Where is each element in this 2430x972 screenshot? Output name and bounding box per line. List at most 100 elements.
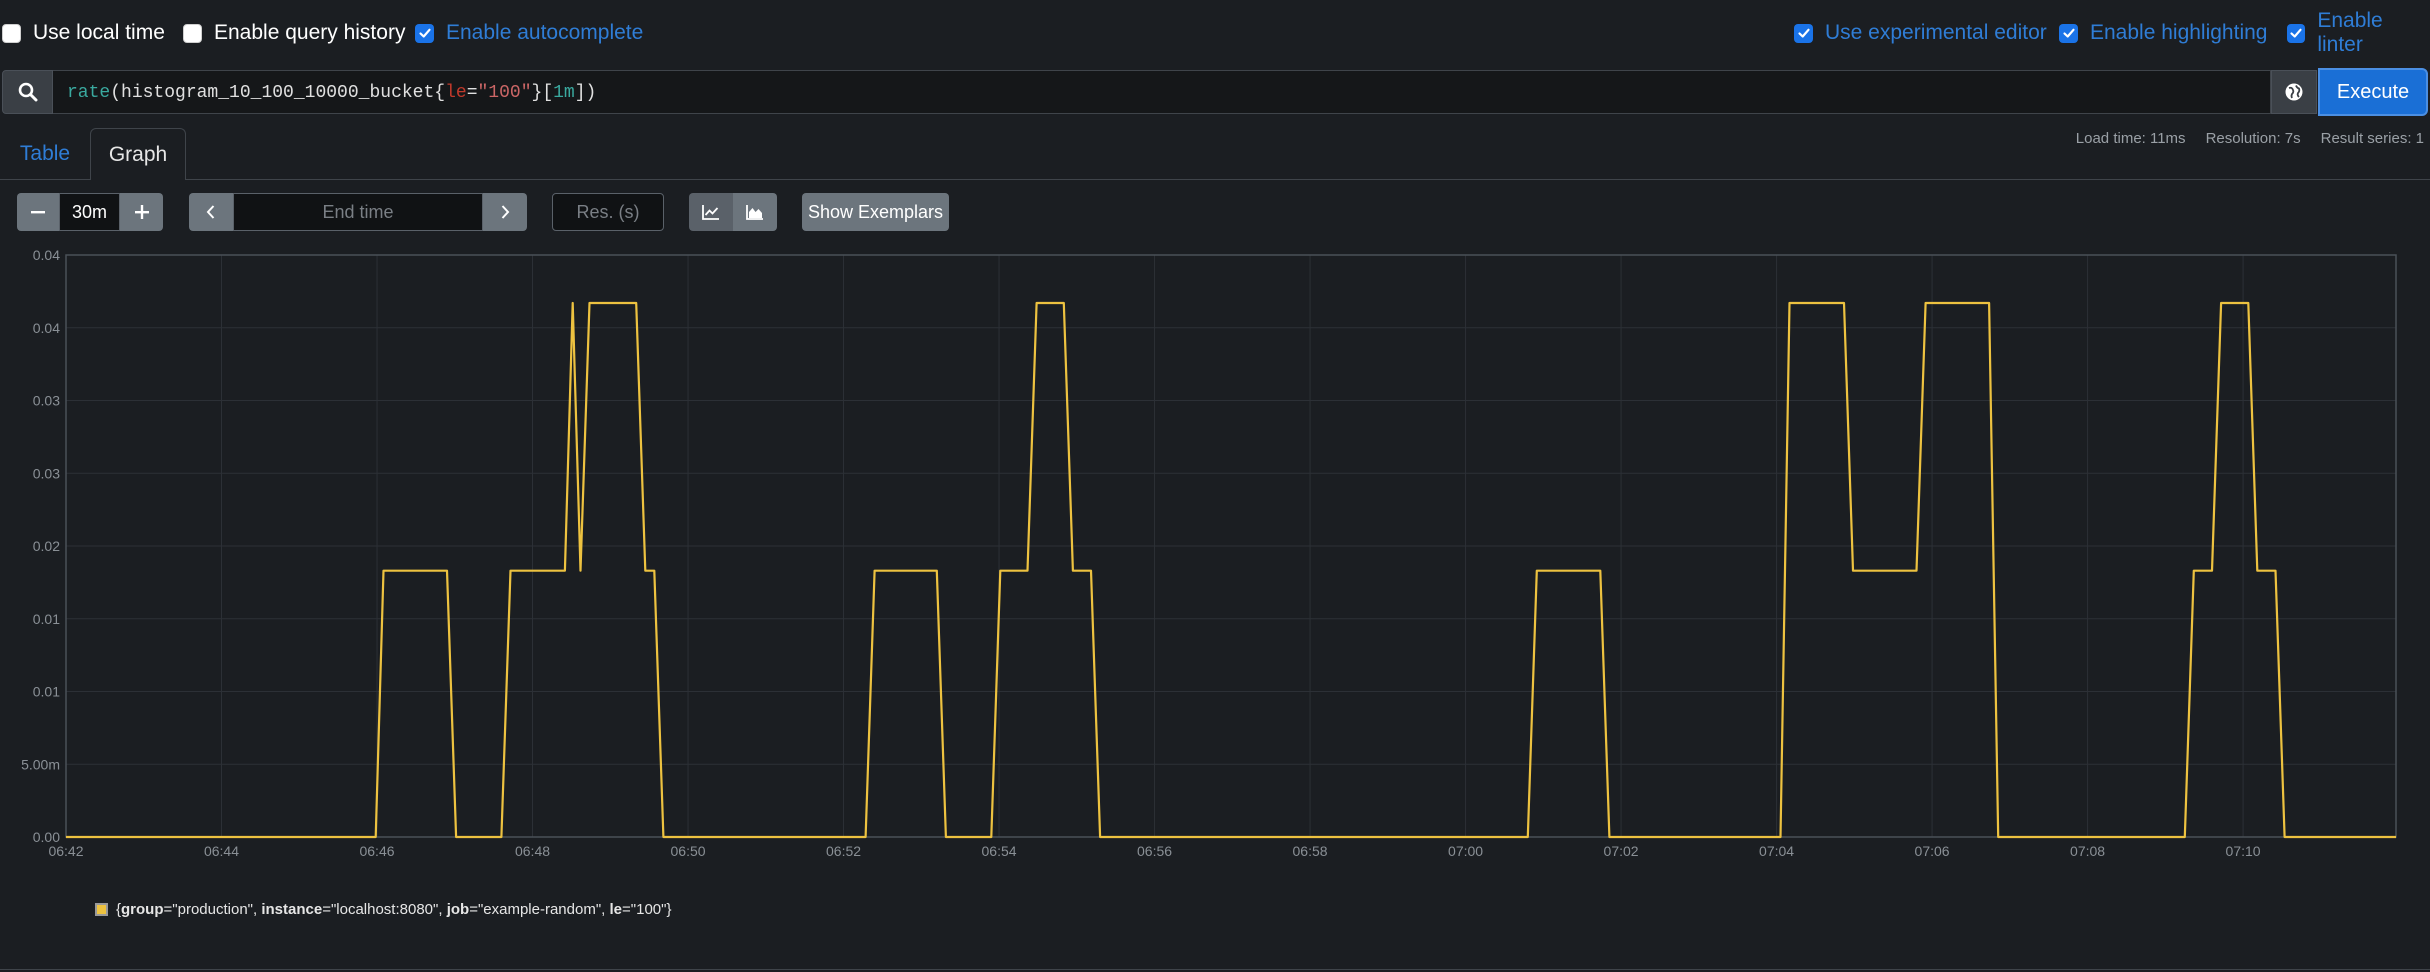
use-local-time-checkbox[interactable] xyxy=(2,23,21,43)
y-tick-label: 0.04 xyxy=(33,247,60,263)
x-tick-label: 06:50 xyxy=(671,843,706,859)
legend-series-label[interactable]: {group="production", instance="localhost… xyxy=(116,901,671,918)
series-line xyxy=(66,301,2396,839)
x-tick-label: 07:06 xyxy=(1915,843,1950,859)
enable-linter-checkbox[interactable] xyxy=(2287,23,2306,43)
y-tick-label: 0.03 xyxy=(33,465,60,481)
x-tick-label: 06:54 xyxy=(982,843,1017,859)
x-tick-label: 07:10 xyxy=(2226,843,2261,859)
enable-autocomplete-label[interactable]: Enable autocomplete xyxy=(446,21,643,45)
enable-highlighting-label[interactable]: Enable highlighting xyxy=(2090,21,2267,45)
x-tick-label: 06:58 xyxy=(1293,843,1328,859)
enable-linter-option[interactable]: Enable linter xyxy=(2287,9,2430,56)
enable-highlighting-checkbox[interactable] xyxy=(2059,23,2078,43)
y-tick-label: 0.01 xyxy=(33,611,60,627)
enable-query-history-label[interactable]: Enable query history xyxy=(214,21,405,45)
use-local-time-option[interactable]: Use local time xyxy=(2,20,165,46)
query-token-label-value: "100" xyxy=(477,83,532,103)
y-tick-label: 0.02 xyxy=(33,538,60,554)
search-icon xyxy=(18,82,37,102)
query-input[interactable]: rate(histogram_10_100_10000_bucket{le="1… xyxy=(53,70,2271,114)
minus-icon xyxy=(31,211,45,214)
query-token-duration: 1m xyxy=(553,83,575,103)
query-token-metric: (histogram_10_100_10000_bucket{ xyxy=(110,83,446,103)
unstacked-graph-button[interactable] xyxy=(689,193,733,231)
legend-label-key: job xyxy=(446,901,470,918)
end-time-input[interactable]: End time xyxy=(233,193,483,231)
enable-autocomplete-checkbox[interactable] xyxy=(415,23,434,43)
y-tick-label: 5.00m xyxy=(21,756,60,772)
load-time-stat: Load time: 11ms xyxy=(2075,130,2186,147)
tab-table[interactable]: Table xyxy=(8,130,82,178)
legend-label-key: instance xyxy=(261,901,323,918)
y-tick-label: 0.01 xyxy=(33,684,60,700)
tab-divider xyxy=(0,179,2430,180)
query-token-close: ]) xyxy=(574,83,597,103)
end-time-back-button[interactable] xyxy=(189,193,233,231)
x-tick-label: 06:48 xyxy=(515,843,550,859)
chevron-left-icon xyxy=(206,205,215,219)
query-token-bracket: }[ xyxy=(531,83,554,103)
chart-legend[interactable]: {group="production", instance="localhost… xyxy=(95,901,671,918)
increase-range-button[interactable] xyxy=(120,193,163,231)
check-icon xyxy=(1797,28,1810,38)
legend-label-value: "production" xyxy=(172,901,253,918)
check-icon xyxy=(2290,28,2302,38)
query-token-operator: = xyxy=(466,83,478,103)
y-tick-label: 0.03 xyxy=(33,393,60,409)
result-series-stat: Result series: 1 xyxy=(2320,130,2424,147)
query-stats: Load time: 11ms Resolution: 7s Result se… xyxy=(2076,130,2424,147)
legend-label-value: "100" xyxy=(630,901,667,918)
use-experimental-editor-option[interactable]: Use experimental editor xyxy=(1794,20,2047,46)
area-chart-icon xyxy=(746,205,763,220)
enable-query-history-checkbox[interactable] xyxy=(183,23,202,43)
legend-swatch[interactable] xyxy=(95,903,108,916)
x-tick-label: 06:56 xyxy=(1137,843,1172,859)
legend-label-key: group xyxy=(121,901,164,918)
show-exemplars-button[interactable]: Show Exemplars xyxy=(802,193,949,231)
query-token-label-name: le xyxy=(445,83,467,103)
metrics-explorer-button[interactable] xyxy=(2271,70,2317,114)
time-series-chart[interactable]: 0.040.040.030.030.020.010.015.00m0.0006:… xyxy=(0,240,2430,880)
decrease-range-button[interactable] xyxy=(17,193,59,231)
use-experimental-editor-label[interactable]: Use experimental editor xyxy=(1825,21,2047,45)
x-tick-label: 07:04 xyxy=(1759,843,1794,859)
x-tick-label: 06:46 xyxy=(359,843,394,859)
stacked-graph-button[interactable] xyxy=(733,193,777,231)
tab-graph-underline-cover xyxy=(91,178,185,181)
enable-query-history-option[interactable]: Enable query history xyxy=(183,20,405,46)
x-tick-label: 07:02 xyxy=(1604,843,1639,859)
search-icon-box xyxy=(2,70,53,114)
legend-label-value: "example-random" xyxy=(477,901,602,918)
plus-icon xyxy=(134,205,149,219)
end-time-forward-button[interactable] xyxy=(483,193,527,231)
use-local-time-label[interactable]: Use local time xyxy=(33,21,165,45)
check-icon xyxy=(418,28,431,38)
x-tick-label: 07:00 xyxy=(1448,843,1483,859)
resolution-stat: Resolution: 7s xyxy=(2205,130,2301,147)
x-tick-label: 06:42 xyxy=(48,843,83,859)
range-input[interactable]: 30m xyxy=(59,193,120,231)
query-bar: rate(histogram_10_100_10000_bucket{le="1… xyxy=(0,68,2430,116)
legend-label-key: le xyxy=(609,901,623,918)
y-tick-label: 0.04 xyxy=(33,320,60,336)
enable-highlighting-option[interactable]: Enable highlighting xyxy=(2059,20,2267,46)
x-tick-label: 06:44 xyxy=(204,843,239,859)
check-icon xyxy=(2062,28,2075,38)
enable-linter-label[interactable]: Enable linter xyxy=(2317,9,2430,57)
chevron-right-icon xyxy=(501,205,510,219)
graph-panel: 0.04 0.04 0.03 0.03 0.02 0.01 0.01 5.00m 0.00 06:… xyxy=(0,240,2430,880)
use-experimental-editor-checkbox[interactable] xyxy=(1794,23,1813,43)
resolution-input[interactable]: Res. (s) xyxy=(552,193,664,231)
x-tick-label: 07:08 xyxy=(2070,843,2105,859)
panel-bottom-border xyxy=(0,969,2430,970)
execute-button[interactable]: Execute xyxy=(2318,68,2428,116)
query-token-function: rate xyxy=(67,83,111,103)
x-tick-label: 06:52 xyxy=(826,843,861,859)
legend-label-value: "localhost:8080" xyxy=(330,901,439,918)
enable-autocomplete-option[interactable]: Enable autocomplete xyxy=(415,20,643,46)
line-chart-icon xyxy=(702,205,719,220)
options-bar: Use local time Enable query history Enab… xyxy=(0,0,2430,66)
globe-icon xyxy=(2285,83,2303,101)
tab-graph[interactable]: Graph xyxy=(90,128,186,180)
